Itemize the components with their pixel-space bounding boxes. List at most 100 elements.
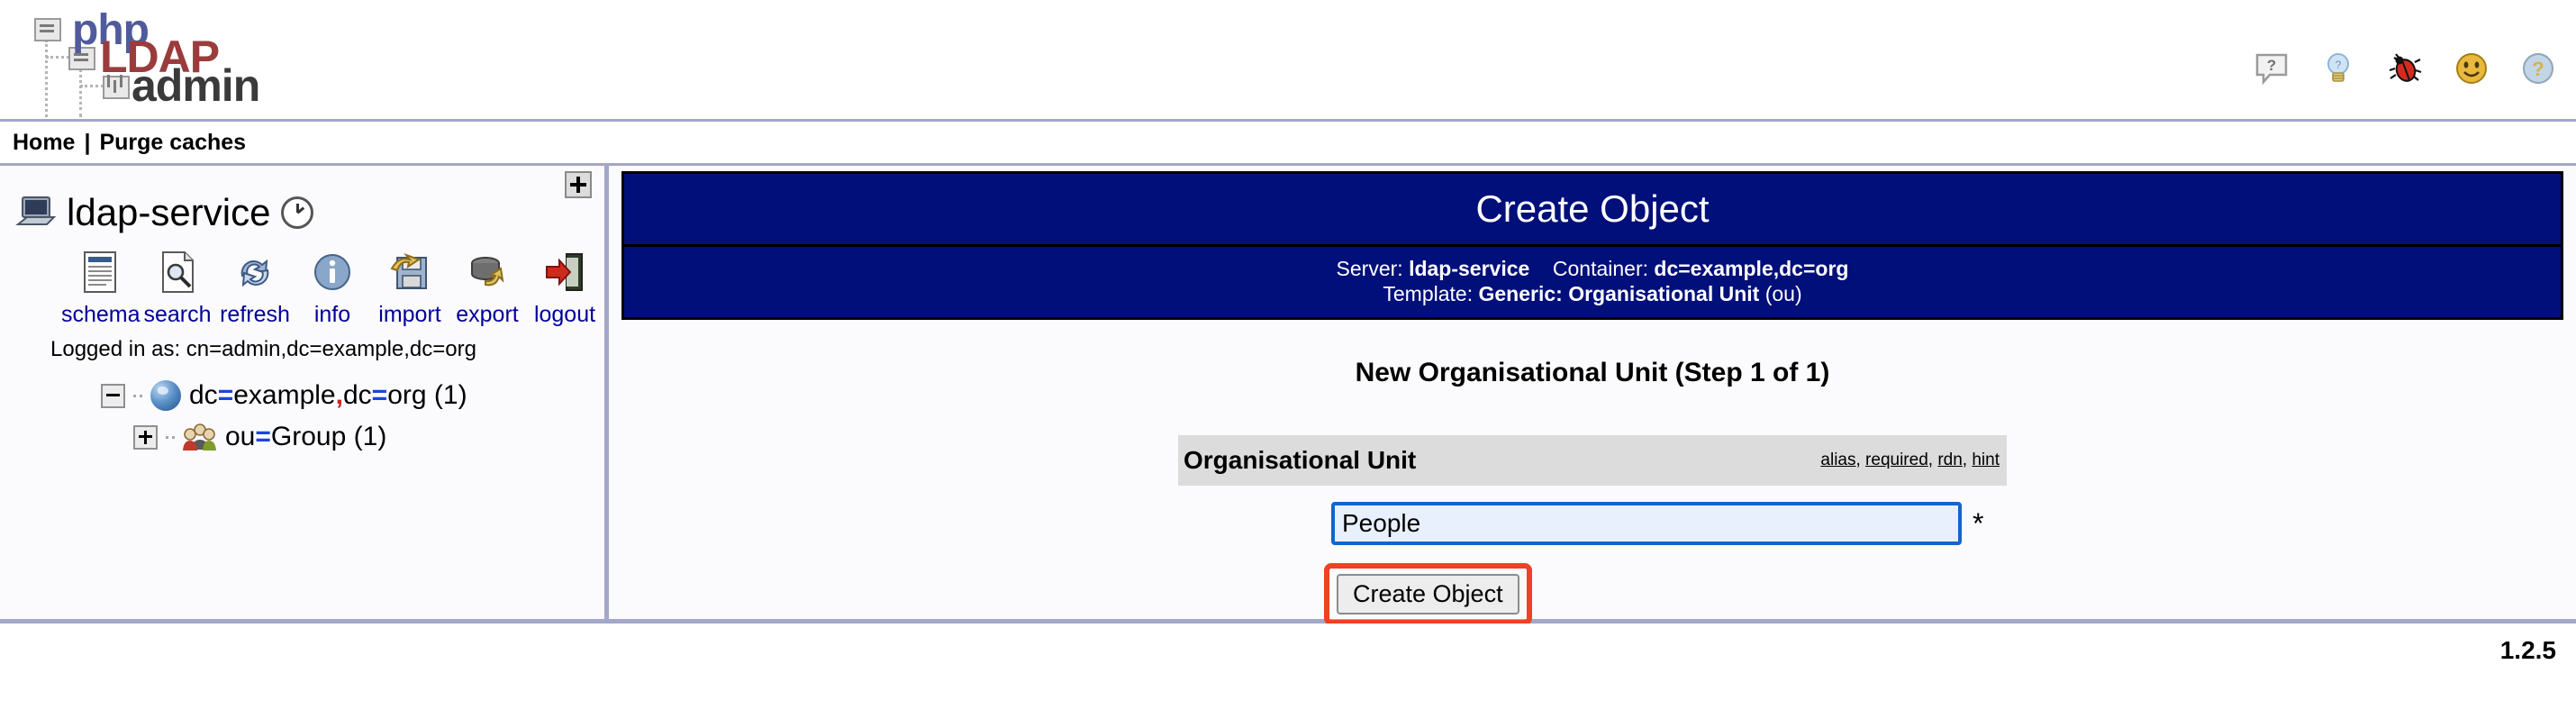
template-suffix: (ou) bbox=[1764, 282, 1802, 306]
toolbar-item-search[interactable]: search bbox=[139, 249, 216, 328]
step-title: New Organisational Unit (Step 1 of 1) bbox=[1355, 358, 1830, 388]
toolbar-label-export: export bbox=[456, 302, 519, 327]
info-icon bbox=[309, 254, 356, 301]
ldap-tree: dc=example,dc=org (1) ou=Group (1) bbox=[0, 362, 604, 458]
page-columns: ldap-service schema search refresh info … bbox=[0, 166, 2576, 626]
create-object-highlight: Create Object bbox=[1324, 563, 1532, 626]
server-name[interactable]: ldap-service bbox=[67, 191, 270, 234]
page-title: Create Object bbox=[1475, 187, 1710, 230]
schema-icon bbox=[77, 251, 123, 301]
refresh-icon bbox=[231, 259, 278, 301]
globe-icon bbox=[150, 380, 181, 411]
smiley-donate-icon[interactable] bbox=[2454, 50, 2490, 86]
version-label: 1.2.5 bbox=[2499, 636, 2556, 664]
attribute-form: Organisational Unit alias, required, rdn… bbox=[1178, 435, 2007, 626]
svg-text:?: ? bbox=[2532, 58, 2544, 80]
top-header: php LDAP admin ? ? ? bbox=[0, 0, 2576, 119]
attribute-name: Organisational Unit bbox=[1184, 446, 1417, 475]
attribute-link-required[interactable]: required bbox=[1865, 451, 1928, 469]
tree-node-ou-group[interactable]: ou=Group (1) bbox=[0, 416, 604, 458]
dn-equals: = bbox=[217, 380, 234, 410]
submit-row: Create Object bbox=[1178, 563, 2007, 626]
lightbulb-hint-icon[interactable]: ? bbox=[2320, 50, 2356, 86]
toolbar-item-refresh[interactable]: refresh bbox=[216, 249, 294, 328]
sidebar: ldap-service schema search refresh info … bbox=[0, 166, 609, 624]
logo-connector-line bbox=[80, 85, 104, 89]
panel-title-band: Create Object bbox=[621, 171, 2563, 247]
template-label: Template: bbox=[1383, 282, 1474, 306]
logout-icon bbox=[541, 253, 588, 301]
tree-node-count: (1) bbox=[433, 380, 467, 410]
dn-value: Group bbox=[270, 422, 347, 451]
toolbar-label-search: search bbox=[143, 302, 212, 327]
attribute-link-hint[interactable]: hint bbox=[1972, 451, 2000, 469]
toolbar-item-export[interactable]: export bbox=[449, 249, 526, 328]
attribute-header-bar: Organisational Unit alias, required, rdn… bbox=[1178, 435, 2007, 487]
svg-text:?: ? bbox=[2267, 57, 2276, 74]
organisational-unit-input[interactable] bbox=[1331, 502, 1962, 546]
footer: 1.2.5 bbox=[0, 624, 2576, 710]
required-marker: * bbox=[1973, 507, 1984, 541]
tree-node-base-dn[interactable]: dc=example,dc=org (1) bbox=[0, 375, 604, 416]
tree-node-count: (1) bbox=[353, 422, 387, 451]
dn-attr: dc bbox=[189, 380, 218, 410]
toolbar-item-import[interactable]: import bbox=[371, 249, 449, 328]
globe-help-icon[interactable]: ? bbox=[2520, 50, 2556, 86]
toolbar-item-schema[interactable]: schema bbox=[61, 249, 141, 328]
links-separator: , bbox=[1927, 451, 1938, 470]
tree-connector-line bbox=[166, 435, 175, 439]
logo-text-admin: admin bbox=[132, 60, 260, 111]
nav-home-link[interactable]: Home bbox=[13, 130, 75, 156]
template-value: Generic: Organisational Unit bbox=[1478, 282, 1760, 306]
svg-text:?: ? bbox=[2336, 59, 2342, 71]
header-icon-bar: ? ? ? bbox=[2254, 50, 2556, 86]
server-header: ldap-service bbox=[0, 173, 604, 234]
breadcrumb-nav: Home | Purge caches bbox=[0, 119, 2576, 166]
server-label: Server: bbox=[1336, 257, 1403, 280]
logo-connector-line bbox=[45, 40, 50, 117]
links-separator: , bbox=[1855, 451, 1866, 470]
nav-separator: | bbox=[84, 129, 91, 155]
help-balloon-icon[interactable]: ? bbox=[2254, 50, 2290, 86]
dn-value: example bbox=[233, 380, 336, 410]
dn-equals: = bbox=[255, 422, 271, 451]
server-toolbar: schema search refresh info import export… bbox=[0, 234, 604, 328]
container-value: dc=example,dc=org bbox=[1654, 257, 1849, 280]
dn-value-2: org bbox=[387, 380, 427, 410]
phpldapadmin-logo: php LDAP admin bbox=[16, 7, 260, 117]
dn-comma: , bbox=[335, 380, 343, 410]
sidebar-expand-button[interactable] bbox=[565, 171, 592, 198]
nav-purge-caches-link[interactable]: Purge caches bbox=[99, 130, 246, 156]
import-icon bbox=[386, 252, 433, 301]
logo-connector-line bbox=[46, 56, 69, 60]
info-line-template: Template: Generic: Organisational Unit (… bbox=[624, 281, 2561, 306]
dn-attr-2: dc bbox=[342, 380, 372, 410]
dn-equals-2: = bbox=[371, 380, 388, 410]
attribute-link-alias[interactable]: alias bbox=[1820, 451, 1855, 469]
create-object-button[interactable]: Create Object bbox=[1337, 574, 1519, 615]
tree-collapse-toggle[interactable] bbox=[101, 383, 125, 408]
group-icon bbox=[183, 423, 217, 451]
tree-connector-line bbox=[133, 394, 142, 397]
tree-node-label: dc=example,dc=org (1) bbox=[189, 380, 467, 411]
links-separator: , bbox=[1962, 451, 1973, 470]
toolbar-label-import: import bbox=[378, 302, 441, 327]
toolbar-item-logout[interactable]: logout bbox=[526, 249, 603, 328]
main-panel: Create Object Server: ldap-service Conta… bbox=[609, 166, 2576, 626]
toolbar-label-logout: logout bbox=[533, 302, 596, 327]
tree-expand-toggle[interactable] bbox=[133, 424, 158, 450]
toolbar-label-schema: schema bbox=[61, 302, 141, 327]
export-icon bbox=[464, 257, 511, 301]
server-value: ldap-service bbox=[1409, 257, 1530, 280]
toolbar-label-refresh: refresh bbox=[220, 302, 290, 327]
container-label: Container: bbox=[1552, 257, 1649, 280]
search-icon bbox=[154, 251, 201, 301]
toolbar-item-info[interactable]: info bbox=[294, 249, 371, 328]
toolbar-label-info: info bbox=[313, 302, 351, 327]
logo-node-icon bbox=[34, 18, 61, 41]
logo-connector-line bbox=[79, 68, 84, 117]
bug-report-icon[interactable] bbox=[2387, 50, 2423, 86]
attribute-link-rdn[interactable]: rdn bbox=[1937, 451, 1962, 469]
clock-icon bbox=[281, 196, 314, 229]
logged-in-status: Logged in as: cn=admin,dc=example,dc=org bbox=[50, 337, 476, 361]
